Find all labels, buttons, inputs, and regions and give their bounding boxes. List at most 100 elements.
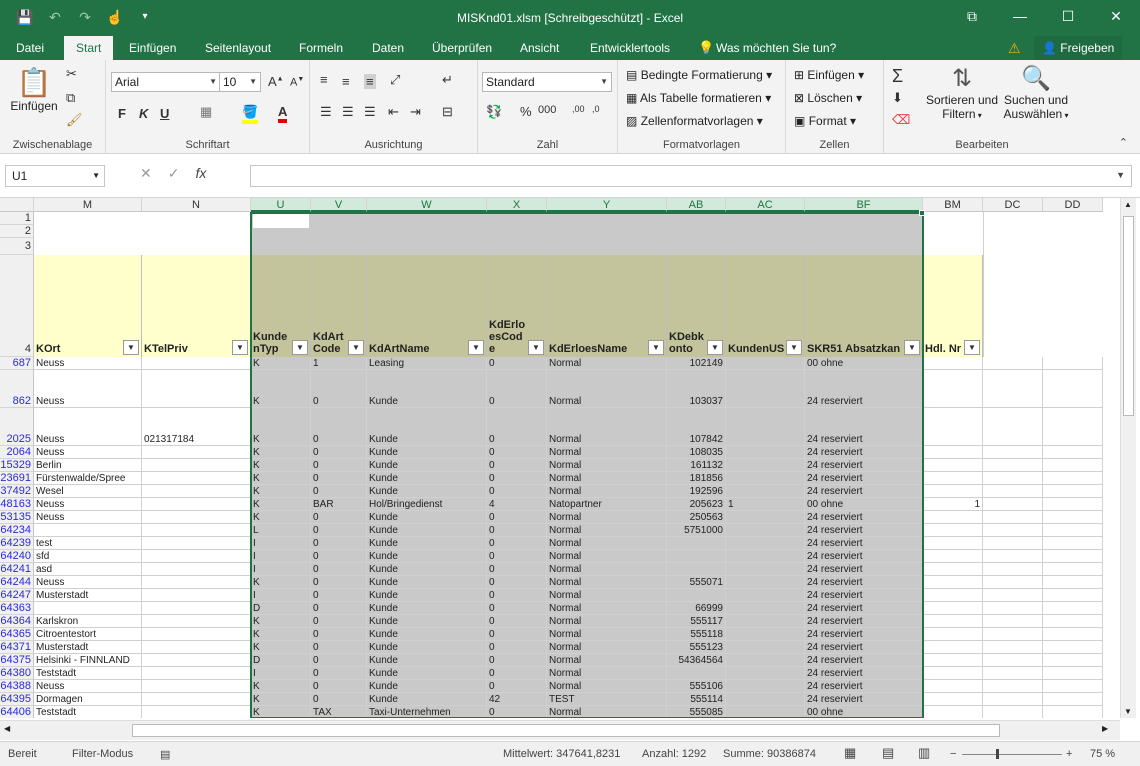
table-cell[interactable]: 24 reserviert (805, 641, 923, 654)
table-cell[interactable]: Kunde (367, 589, 487, 602)
normal-view-icon[interactable]: ▦ (844, 745, 856, 761)
column-header-bm[interactable]: BM (923, 198, 983, 212)
ribbon-options-icon[interactable]: ⧉ (948, 0, 996, 32)
table-cell[interactable]: K (251, 472, 311, 485)
table-cell-empty[interactable] (1043, 628, 1103, 641)
table-cell[interactable]: K (251, 706, 311, 718)
table-cell[interactable]: 0 (487, 459, 547, 472)
table-cell[interactable] (142, 602, 251, 615)
bold-button[interactable]: F (118, 106, 126, 121)
wrap-text-icon[interactable]: ↵ (442, 72, 453, 88)
table-cell[interactable]: 0 (487, 357, 547, 370)
table-cell[interactable]: Kunde (367, 667, 487, 680)
table-cell[interactable] (726, 485, 805, 498)
page-layout-view-icon[interactable]: ▤ (882, 745, 894, 761)
table-cell[interactable]: 021317184 (142, 408, 251, 446)
increase-decimal-icon[interactable]: ,00 (572, 104, 585, 114)
table-cell[interactable] (142, 589, 251, 602)
column-header-ab[interactable]: AB (667, 198, 726, 212)
table-cell[interactable] (142, 628, 251, 641)
table-cell[interactable] (142, 693, 251, 706)
tab-review[interactable]: Überprüfen (432, 36, 492, 60)
table-cell[interactable]: 0 (487, 628, 547, 641)
table-cell[interactable]: Kunde (367, 602, 487, 615)
table-cell[interactable]: 0 (311, 628, 367, 641)
table-cell-empty[interactable] (1043, 446, 1103, 459)
table-cell[interactable] (142, 641, 251, 654)
column-header-u[interactable]: U (251, 198, 311, 212)
tab-insert[interactable]: Einfügen (129, 36, 176, 60)
row-header-4[interactable]: 4 (0, 255, 34, 357)
table-cell[interactable]: Normal (547, 370, 667, 408)
table-cell[interactable] (142, 680, 251, 693)
table-cell[interactable]: 54364564 (667, 654, 726, 667)
table-cell[interactable] (923, 472, 983, 485)
table-cell-empty[interactable] (983, 628, 1043, 641)
table-cell[interactable]: 161132 (667, 459, 726, 472)
filter-dropdown-icon[interactable]: ▼ (123, 340, 139, 355)
table-cell[interactable]: 0 (311, 511, 367, 524)
decrease-indent-icon[interactable]: ⇤ (388, 104, 399, 120)
row-header[interactable]: 48163 (0, 498, 34, 511)
table-cell[interactable]: 4 (487, 498, 547, 511)
table-cell[interactable]: K (251, 628, 311, 641)
table-cell[interactable] (726, 641, 805, 654)
active-cell-u1[interactable] (253, 213, 309, 228)
table-cell[interactable]: 555117 (667, 615, 726, 628)
table-cell[interactable]: asd (34, 563, 142, 576)
share-button[interactable]: 👤 Freigeben (1034, 36, 1123, 60)
table-cell[interactable]: Neuss (34, 370, 142, 408)
row-header[interactable]: 37492 (0, 485, 34, 498)
table-cell[interactable] (726, 680, 805, 693)
table-cell[interactable]: Helsinki - FINNLAND (34, 654, 142, 667)
table-cell[interactable]: 555085 (667, 706, 726, 718)
cancel-icon[interactable]: ✕ (140, 165, 152, 182)
table-cell[interactable]: 555106 (667, 680, 726, 693)
table-cell-empty[interactable] (1043, 472, 1103, 485)
font-size-select[interactable]: 10 ▼ (219, 72, 261, 92)
row-header[interactable]: 53135 (0, 511, 34, 524)
orientation-icon[interactable]: ⤢ (390, 72, 400, 88)
table-cell[interactable] (142, 511, 251, 524)
table-cell[interactable]: 0 (311, 641, 367, 654)
table-cell-empty[interactable] (983, 680, 1043, 693)
row-header-2[interactable]: 2 (0, 225, 34, 238)
table-cell-empty[interactable] (983, 511, 1043, 524)
table-cell[interactable]: I (251, 667, 311, 680)
table-cell[interactable] (923, 576, 983, 589)
row-header[interactable]: 64388 (0, 680, 34, 693)
table-cell[interactable]: 0 (487, 370, 547, 408)
table-cell[interactable]: 0 (487, 706, 547, 718)
table-cell-empty[interactable] (983, 459, 1043, 472)
column-header-w[interactable]: W (367, 198, 487, 212)
table-cell[interactable]: K (251, 511, 311, 524)
row-header[interactable]: 64406 (0, 706, 34, 718)
table-cell[interactable] (667, 563, 726, 576)
row-header[interactable]: 64241 (0, 563, 34, 576)
row-header[interactable]: 64395 (0, 693, 34, 706)
accounting-format-icon[interactable]: 💱 (486, 104, 502, 120)
table-cell-empty[interactable] (1043, 706, 1103, 718)
table-cell[interactable]: 0 (487, 524, 547, 537)
table-cell[interactable] (142, 667, 251, 680)
scroll-up-icon[interactable]: ▲ (1124, 200, 1132, 209)
table-cell[interactable] (923, 524, 983, 537)
table-cell[interactable]: Normal (547, 446, 667, 459)
table-cell[interactable] (726, 524, 805, 537)
table-cell[interactable]: 0 (487, 680, 547, 693)
table-cell[interactable] (142, 498, 251, 511)
table-cell[interactable]: 555071 (667, 576, 726, 589)
close-icon[interactable]: ✕ (1092, 0, 1140, 32)
status-count[interactable]: Anzahl: 1292 (642, 748, 706, 760)
table-cell-empty[interactable] (983, 370, 1043, 408)
row-header[interactable]: 862 (0, 370, 34, 408)
table-cell-empty[interactable] (1043, 485, 1103, 498)
insert-cells-button[interactable]: ⊞ Einfügen ▾ (794, 68, 864, 82)
table-cell[interactable] (142, 576, 251, 589)
table-cell[interactable]: 0 (487, 446, 547, 459)
table-cell[interactable]: 24 reserviert (805, 472, 923, 485)
table-cell[interactable]: Normal (547, 537, 667, 550)
table-cell[interactable]: Teststadt (34, 667, 142, 680)
table-cell[interactable]: 24 reserviert (805, 680, 923, 693)
table-cell[interactable]: Neuss (34, 576, 142, 589)
